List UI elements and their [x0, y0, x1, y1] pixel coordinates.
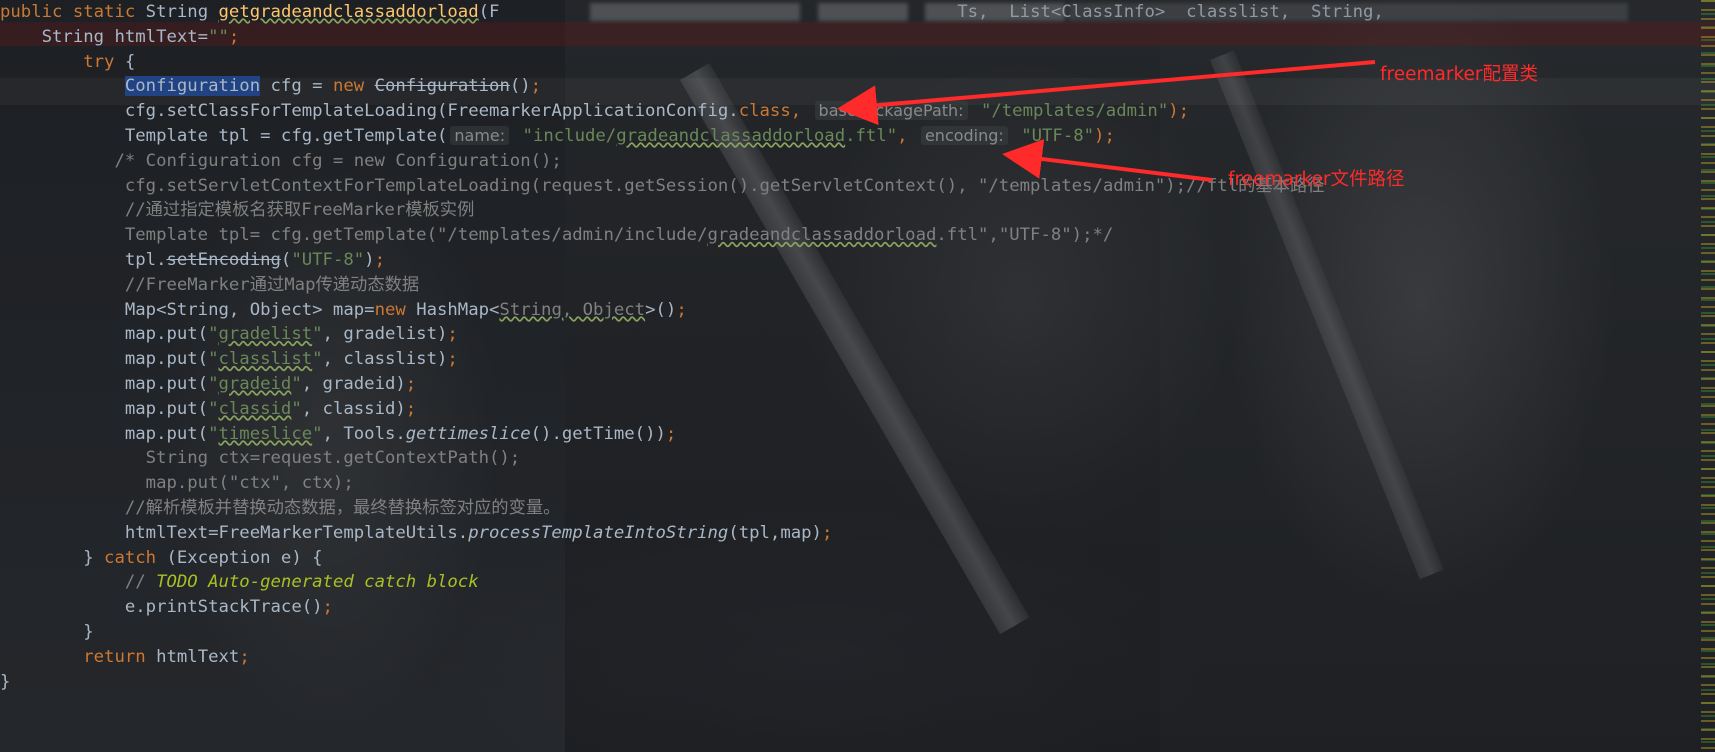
scrollbar-markers[interactable]	[1701, 0, 1715, 752]
annotation-arrows	[837, 60, 1376, 182]
arrow-to-config-class	[837, 60, 1376, 126]
annotation-config-class: freemarker配置类	[1380, 64, 1538, 85]
arrow-to-file-path	[1002, 139, 1213, 182]
annotation-file-path: freemarker文件路径	[1228, 169, 1405, 190]
